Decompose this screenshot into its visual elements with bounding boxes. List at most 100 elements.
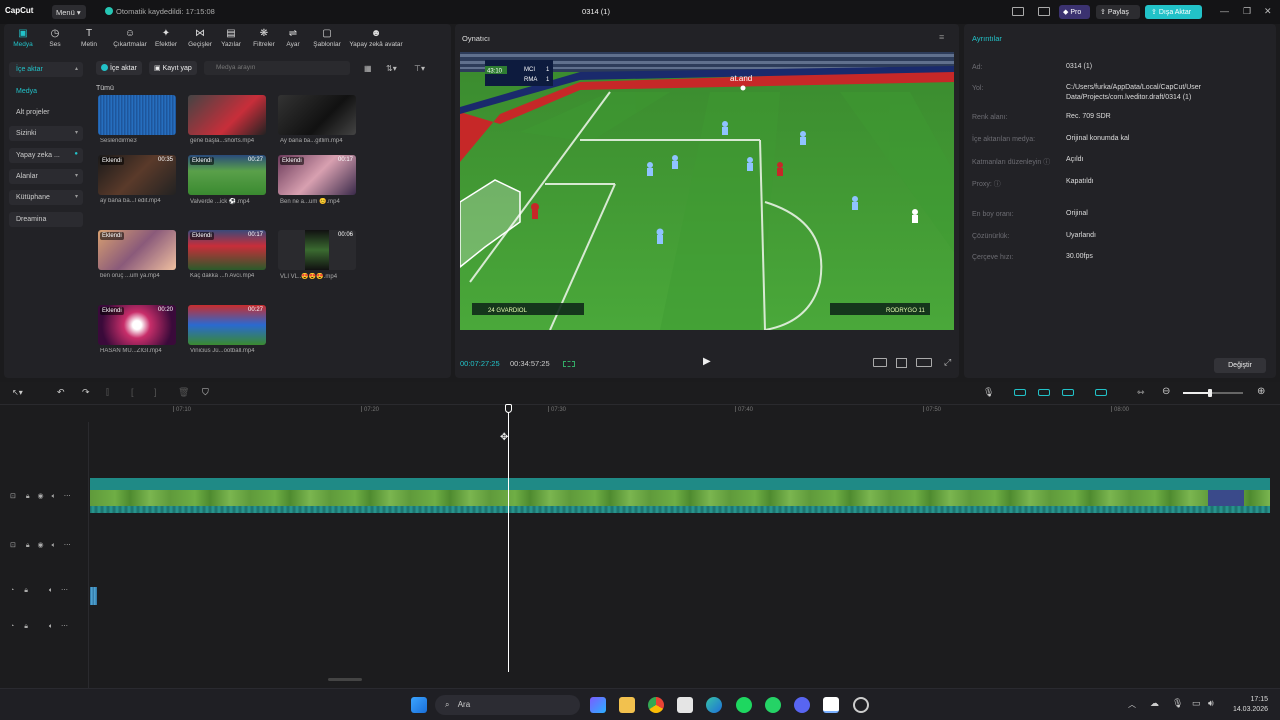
capcut-taskbar-icon[interactable] — [823, 697, 839, 713]
track-collapse-icon[interactable]: ⊡ — [10, 493, 16, 500]
sidebar-item-0[interactable]: İçe aktar ▴ — [9, 62, 83, 77]
preview-axis-icon[interactable] — [1062, 389, 1074, 396]
delete-icon[interactable]: 🗑 — [178, 387, 189, 398]
taskbar-clock[interactable]: 17:15 14.03.2026 — [1228, 695, 1268, 715]
network-icon[interactable]: ▭ — [1192, 698, 1201, 709]
layout-icon[interactable] — [1012, 7, 1024, 16]
mute-icon[interactable]: 🔈︎ — [49, 587, 53, 594]
sidebar-item-3[interactable]: Sizinki ▾ — [9, 126, 83, 141]
file-explorer-icon[interactable] — [619, 697, 635, 713]
main-video-clip[interactable] — [90, 478, 1270, 514]
track-icon[interactable] — [1095, 389, 1107, 396]
edge-icon[interactable] — [706, 697, 722, 713]
chrome-icon[interactable] — [648, 697, 664, 713]
more-icon[interactable]: ⋯ — [64, 493, 71, 500]
tab-audio[interactable]: ◷ Ses — [38, 28, 72, 48]
sidebar-item-6[interactable]: Kütüphane ▾ — [9, 190, 83, 205]
tab-ai-avatar[interactable]: ☻ Yapay zekâ avatar — [344, 28, 408, 48]
tab-adjust[interactable]: ⇌ Ayar — [278, 28, 308, 48]
shortcuts-icon[interactable] — [1038, 7, 1050, 16]
split-left-icon[interactable]: [ — [131, 387, 134, 397]
tab-captions[interactable]: ▤ Yazılar — [214, 28, 248, 48]
timeline-scrollbar[interactable] — [328, 678, 362, 681]
zoom-slider-handle[interactable] — [1208, 389, 1212, 397]
export-button[interactable]: ⇪ Dışa Aktar — [1145, 5, 1202, 19]
media-thumbnail[interactable]: Eklendi 00:27 — [188, 155, 266, 195]
media-thumbnail[interactable]: 00:27 — [188, 305, 266, 345]
eye-icon[interactable]: ◉ — [38, 542, 44, 549]
media-thumbnail[interactable] — [98, 95, 176, 135]
fullscreen-icon[interactable]: ⤢ — [944, 357, 951, 368]
microphone-icon[interactable]: 🎙 — [983, 387, 994, 398]
lock-icon[interactable]: 🔒︎ — [26, 493, 30, 500]
media-search-input[interactable]: Medya arayın — [204, 61, 350, 75]
player-menu-icon[interactable]: ≡ — [939, 32, 944, 42]
tab-templates[interactable]: ▢ Şablonlar — [309, 28, 345, 48]
menu-button[interactable]: Menü ▾ — [52, 5, 86, 19]
media-thumbnail[interactable]: Eklendi 00:17 — [278, 155, 356, 195]
media-thumbnail[interactable]: Eklendi 00:35 — [98, 155, 176, 195]
media-thumbnail[interactable]: Eklendi 00:20 — [98, 305, 176, 345]
import-button[interactable]: İçe aktar — [96, 61, 142, 75]
cloud-icon[interactable]: ☁ — [1150, 698, 1159, 709]
eye-icon[interactable]: ◉ — [38, 493, 44, 500]
lock-icon[interactable]: 🔒︎ — [24, 587, 28, 594]
lock-icon[interactable]: 🔒︎ — [24, 623, 28, 630]
sidebar-item-2[interactable]: Alt projeler — [9, 105, 83, 120]
tray-chevron-icon[interactable]: ︿ — [1128, 699, 1136, 710]
spotify-icon[interactable] — [736, 697, 752, 713]
tab-text[interactable]: T Metin — [70, 28, 108, 48]
discord-icon[interactable] — [794, 697, 810, 713]
mute-icon[interactable]: 🔈︎ — [52, 493, 56, 500]
track-collapse-icon[interactable]: ⊡ — [10, 542, 16, 549]
taskbar-search[interactable]: ⌕ Ara — [435, 695, 580, 715]
ratio-icon[interactable] — [873, 358, 887, 367]
media-thumbnail[interactable] — [278, 95, 356, 135]
fit-icon[interactable]: ⇿ — [1137, 387, 1145, 398]
media-thumbnail[interactable]: Eklendi — [98, 230, 176, 270]
maximize-icon[interactable]: ❐ — [1243, 7, 1251, 16]
split-right-icon[interactable]: ] — [154, 387, 157, 397]
sidebar-item-1[interactable]: Medya — [9, 84, 83, 99]
media-thumbnail[interactable]: Eklendi 00:17 — [188, 230, 266, 270]
sort-icon[interactable]: ⇅▾ — [386, 64, 397, 73]
more-icon[interactable]: ⋯ — [61, 587, 68, 594]
whatsapp-icon[interactable] — [765, 697, 781, 713]
minimize-icon[interactable]: — — [1220, 7, 1229, 16]
redo-icon[interactable]: ↷ — [82, 387, 90, 398]
filter-icon[interactable]: ⊤▾ — [414, 64, 425, 73]
mic-tray-icon[interactable]: 🎙 — [1172, 698, 1183, 709]
more-icon[interactable]: ⋯ — [61, 623, 68, 630]
volume-icon[interactable]: 🔊︎ — [1208, 698, 1214, 709]
tab-transitions[interactable]: ⋈ Geçişler — [182, 28, 218, 48]
sidebar-item-4[interactable]: Yapay zeka ... ● — [9, 148, 83, 163]
share-button[interactable]: ⇪ Paylaş — [1096, 5, 1140, 19]
timeline-grid-icon[interactable] — [563, 361, 575, 367]
quality-icon[interactable] — [916, 358, 932, 367]
obs-icon[interactable] — [853, 697, 869, 713]
copilot-icon[interactable] — [590, 697, 606, 713]
zoom-out-icon[interactable]: ⊖ — [1162, 386, 1170, 397]
close-icon[interactable]: ✕ — [1264, 7, 1272, 16]
play-icon[interactable]: ▶ — [703, 356, 711, 367]
marker-icon[interactable]: ⛉ — [202, 387, 209, 398]
store-icon[interactable] — [677, 697, 693, 713]
all-filter-label[interactable]: Tümü — [96, 85, 114, 92]
sidebar-item-5[interactable]: Alanlar ▾ — [9, 169, 83, 184]
zoom-in-icon[interactable]: ⊕ — [1257, 386, 1265, 397]
media-thumbnail[interactable] — [188, 95, 266, 135]
playhead-handle[interactable] — [505, 404, 512, 413]
tab-effects[interactable]: ✦ Efektler — [148, 28, 184, 48]
audio-clip[interactable] — [90, 587, 97, 605]
select-tool-icon[interactable]: ↖▾ — [12, 388, 23, 397]
record-button[interactable]: ▣ Kayıt yap — [149, 61, 197, 75]
tab-sticker[interactable]: ☺ Çıkartmalar — [108, 28, 152, 48]
windows-start-icon[interactable] — [411, 697, 427, 713]
more-icon[interactable]: ⋯ — [64, 542, 71, 549]
magnet-icon[interactable] — [1014, 389, 1026, 396]
split-icon[interactable]: ⫿ — [106, 387, 109, 398]
link-icon[interactable] — [1038, 389, 1050, 396]
video-preview[interactable]: at.and 43:10 MCI RMA 1 1 24 GVARDIOL ROD… — [460, 52, 954, 330]
crop-icon[interactable] — [896, 358, 907, 368]
undo-icon[interactable]: ↶ — [57, 387, 65, 398]
